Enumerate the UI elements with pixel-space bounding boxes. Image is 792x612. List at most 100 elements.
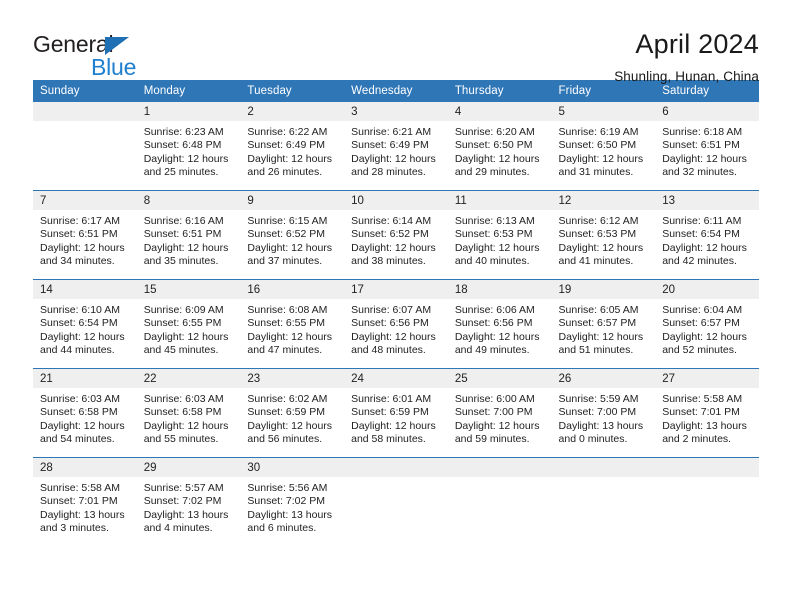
- sunrise-sunset-calendar: Sunday Monday Tuesday Wednesday Thursday…: [33, 80, 759, 546]
- daylight-duration-line2: and 55 minutes.: [143, 433, 219, 446]
- calendar-day-cell[interactable]: 25 Sunrise: 6:00 AM Sunset: 7:00 PM Dayligh…: [447, 368, 552, 458]
- calendar-day-cell[interactable]: 27 Sunrise: 5:58 AM Sunset: 7:01 PM Dayligh…: [655, 368, 759, 458]
- general-blue-logo[interactable]: General Blue: [33, 27, 183, 81]
- sunrise-time: Sunrise: 6:00 AM: [454, 393, 535, 405]
- logo-text-general: General: [33, 31, 114, 57]
- day-cell-content: 9 Sunrise: 6:15 AM Sunset: 6:52 PM Daylight…: [240, 191, 345, 279]
- sunset-time: Sunset: 6:50 PM: [454, 139, 533, 152]
- day-details: Sunrise: 6:02 AM Sunset: 6:59 PM Daylight:…: [240, 388, 344, 447]
- calendar-day-cell[interactable]: 9 Sunrise: 6:15 AM Sunset: 6:52 PM Daylight…: [240, 190, 345, 280]
- calendar-day-cell[interactable]: 19 Sunrise: 6:05 AM Sunset: 6:57 PM Dayligh…: [551, 279, 656, 369]
- sunrise-time: Sunrise: 6:05 AM: [558, 304, 639, 316]
- day-number: 21: [33, 369, 137, 388]
- daylight-duration-line2: and 4 minutes.: [143, 522, 213, 535]
- day-cell-content: [447, 458, 552, 546]
- calendar-day-cell[interactable]: 29 Sunrise: 5:57 AM Sunset: 7:02 PM Dayligh…: [136, 457, 241, 546]
- day-details: Sunrise: 6:13 AM Sunset: 6:53 PM Daylight:…: [448, 210, 552, 269]
- day-details: Sunrise: 6:07 AM Sunset: 6:56 PM Daylight:…: [344, 299, 448, 358]
- calendar-day-cell[interactable]: 16 Sunrise: 6:08 AM Sunset: 6:55 PM Dayligh…: [240, 279, 345, 369]
- day-details: Sunrise: 6:17 AM Sunset: 6:51 PM Daylight:…: [33, 210, 137, 269]
- calendar-day-cell[interactable]: 22 Sunrise: 6:03 AM Sunset: 6:58 PM Dayligh…: [136, 368, 241, 458]
- calendar-day-cell[interactable]: 10 Sunrise: 6:14 AM Sunset: 6:52 PM Dayligh…: [344, 190, 448, 280]
- daylight-duration-line2: and 40 minutes.: [454, 255, 530, 268]
- calendar-day-cell[interactable]: 18 Sunrise: 6:06 AM Sunset: 6:56 PM Dayligh…: [447, 279, 552, 369]
- daylight-duration-line1: Daylight: 12 hours: [143, 241, 229, 254]
- calendar-day-cell[interactable]: 24 Sunrise: 6:01 AM Sunset: 6:59 PM Dayligh…: [344, 368, 448, 458]
- calendar-day-cell[interactable]: 13 Sunrise: 6:11 AM Sunset: 6:54 PM Dayligh…: [655, 190, 759, 280]
- daylight-duration-line2: and 35 minutes.: [143, 255, 219, 268]
- day-cell-content: 28 Sunrise: 5:58 AM Sunset: 7:01 PM Dayligh…: [33, 458, 137, 546]
- day-cell-content: 14 Sunrise: 6:10 AM Sunset: 6:54 PM Dayligh…: [33, 280, 137, 368]
- sunrise-time: Sunrise: 6:03 AM: [40, 393, 120, 405]
- daylight-duration-line1: Daylight: 12 hours: [247, 330, 333, 343]
- daylight-duration-line1: Daylight: 12 hours: [247, 152, 333, 165]
- sunset-time: Sunset: 6:53 PM: [454, 228, 533, 241]
- page-masthead: General Blue April 2024 Shunling, Hunan,…: [33, 0, 759, 84]
- calendar-day-cell[interactable]: 15 Sunrise: 6:09 AM Sunset: 6:55 PM Dayligh…: [136, 279, 241, 369]
- page-title: April 2024: [635, 29, 759, 59]
- daylight-duration-line2: and 49 minutes.: [454, 344, 530, 357]
- calendar-day-cell[interactable]: 23 Sunrise: 6:02 AM Sunset: 6:59 PM Dayligh…: [240, 368, 345, 458]
- sunrise-time: Sunrise: 6:14 AM: [351, 215, 432, 227]
- calendar-day-cell[interactable]: 11 Sunrise: 6:13 AM Sunset: 6:53 PM Dayligh…: [447, 190, 552, 280]
- sunset-time: Sunset: 7:02 PM: [143, 495, 222, 508]
- day-details: [344, 477, 448, 482]
- day-cell-content: 10 Sunrise: 6:14 AM Sunset: 6:52 PM Dayligh…: [344, 191, 448, 279]
- calendar-day-cell[interactable]: 3 Sunrise: 6:21 AM Sunset: 6:49 PM Daylight…: [344, 102, 448, 191]
- calendar-day-cell[interactable]: 1 Sunrise: 6:23 AM Sunset: 6:48 PM Daylight…: [136, 102, 241, 191]
- calendar-week-row: 14 Sunrise: 6:10 AM Sunset: 6:54 PM Dayligh…: [33, 279, 759, 369]
- calendar-day-cell[interactable]: 20 Sunrise: 6:04 AM Sunset: 6:57 PM Dayligh…: [655, 279, 759, 369]
- sunrise-time: Sunrise: 6:11 AM: [662, 215, 742, 227]
- daylight-duration-line2: and 37 minutes.: [247, 255, 323, 268]
- day-number: 18: [447, 280, 552, 299]
- daylight-duration-line1: Daylight: 12 hours: [454, 330, 540, 343]
- day-details: Sunrise: 6:05 AM Sunset: 6:57 PM Daylight:…: [552, 299, 656, 358]
- day-details: Sunrise: 6:15 AM Sunset: 6:52 PM Daylight:…: [240, 210, 344, 269]
- daylight-duration-line2: and 32 minutes.: [662, 166, 737, 179]
- calendar-day-cell[interactable]: 30 Sunrise: 5:56 AM Sunset: 7:02 PM Dayligh…: [240, 457, 345, 546]
- calendar-day-cell[interactable]: 8 Sunrise: 6:16 AM Sunset: 6:51 PM Daylight…: [136, 190, 241, 280]
- day-number: 2: [240, 102, 345, 121]
- day-number: 28: [33, 458, 137, 477]
- calendar-day-cell[interactable]: 5 Sunrise: 6:19 AM Sunset: 6:50 PM Daylight…: [551, 102, 656, 191]
- calendar-day-cell[interactable]: 7 Sunrise: 6:17 AM Sunset: 6:51 PM Daylight…: [33, 190, 137, 280]
- logo-text-blue: Blue: [91, 54, 137, 80]
- day-cell-content: 17 Sunrise: 6:07 AM Sunset: 6:56 PM Dayligh…: [344, 280, 448, 368]
- day-number: 11: [447, 191, 552, 210]
- calendar-day-cell[interactable]: 4 Sunrise: 6:20 AM Sunset: 6:50 PM Daylight…: [447, 102, 552, 191]
- day-details: [552, 477, 656, 482]
- page-subtitle: Shunling, Hunan, China: [614, 69, 759, 85]
- calendar-day-cell[interactable]: 26 Sunrise: 5:59 AM Sunset: 7:00 PM Dayligh…: [551, 368, 656, 458]
- calendar-week-row: 21 Sunrise: 6:03 AM Sunset: 6:58 PM Dayligh…: [33, 368, 759, 458]
- day-cell-content: 15 Sunrise: 6:09 AM Sunset: 6:55 PM Dayligh…: [136, 280, 241, 368]
- daylight-duration-line2: and 58 minutes.: [351, 433, 426, 446]
- calendar-day-cell[interactable]: 12 Sunrise: 6:12 AM Sunset: 6:53 PM Dayligh…: [551, 190, 656, 280]
- day-number: [447, 458, 552, 477]
- day-details: Sunrise: 6:08 AM Sunset: 6:55 PM Daylight:…: [240, 299, 344, 358]
- sunset-time: Sunset: 6:51 PM: [143, 228, 222, 241]
- daylight-duration-line1: Daylight: 13 hours: [247, 508, 333, 521]
- day-cell-content: 20 Sunrise: 6:04 AM Sunset: 6:57 PM Dayligh…: [655, 280, 759, 368]
- day-details: Sunrise: 6:06 AM Sunset: 6:56 PM Daylight:…: [448, 299, 552, 358]
- calendar-day-cell[interactable]: 17 Sunrise: 6:07 AM Sunset: 6:56 PM Dayligh…: [344, 279, 448, 369]
- day-cell-content: 21 Sunrise: 6:03 AM Sunset: 6:58 PM Dayligh…: [33, 369, 137, 457]
- day-number: 8: [136, 191, 241, 210]
- calendar-day-cell[interactable]: 6 Sunrise: 6:18 AM Sunset: 6:51 PM Daylight…: [655, 102, 759, 191]
- daylight-duration-line1: Daylight: 12 hours: [662, 152, 747, 165]
- calendar-day-cell[interactable]: 21 Sunrise: 6:03 AM Sunset: 6:58 PM Dayligh…: [33, 368, 137, 458]
- day-details: Sunrise: 6:21 AM Sunset: 6:49 PM Daylight:…: [344, 121, 448, 180]
- day-number: [344, 458, 448, 477]
- day-details: Sunrise: 5:58 AM Sunset: 7:01 PM Daylight:…: [33, 477, 137, 536]
- day-cell-content: 27 Sunrise: 5:58 AM Sunset: 7:01 PM Dayligh…: [655, 369, 759, 457]
- daylight-duration-line1: Daylight: 12 hours: [40, 330, 125, 343]
- sunset-time: Sunset: 6:55 PM: [143, 317, 222, 330]
- sunset-time: Sunset: 6:57 PM: [662, 317, 740, 330]
- calendar-day-cell[interactable]: 14 Sunrise: 6:10 AM Sunset: 6:54 PM Dayligh…: [33, 279, 137, 369]
- calendar-day-cell[interactable]: 2 Sunrise: 6:22 AM Sunset: 6:49 PM Daylight…: [240, 102, 345, 191]
- day-cell-content: 25 Sunrise: 6:00 AM Sunset: 7:00 PM Dayligh…: [447, 369, 552, 457]
- sunrise-time: Sunrise: 6:06 AM: [454, 304, 535, 316]
- daylight-duration-line2: and 56 minutes.: [247, 433, 323, 446]
- calendar-day-cell[interactable]: 28 Sunrise: 5:58 AM Sunset: 7:01 PM Dayligh…: [33, 457, 137, 546]
- daylight-duration-line2: and 26 minutes.: [247, 166, 323, 179]
- sunset-time: Sunset: 6:59 PM: [247, 406, 326, 419]
